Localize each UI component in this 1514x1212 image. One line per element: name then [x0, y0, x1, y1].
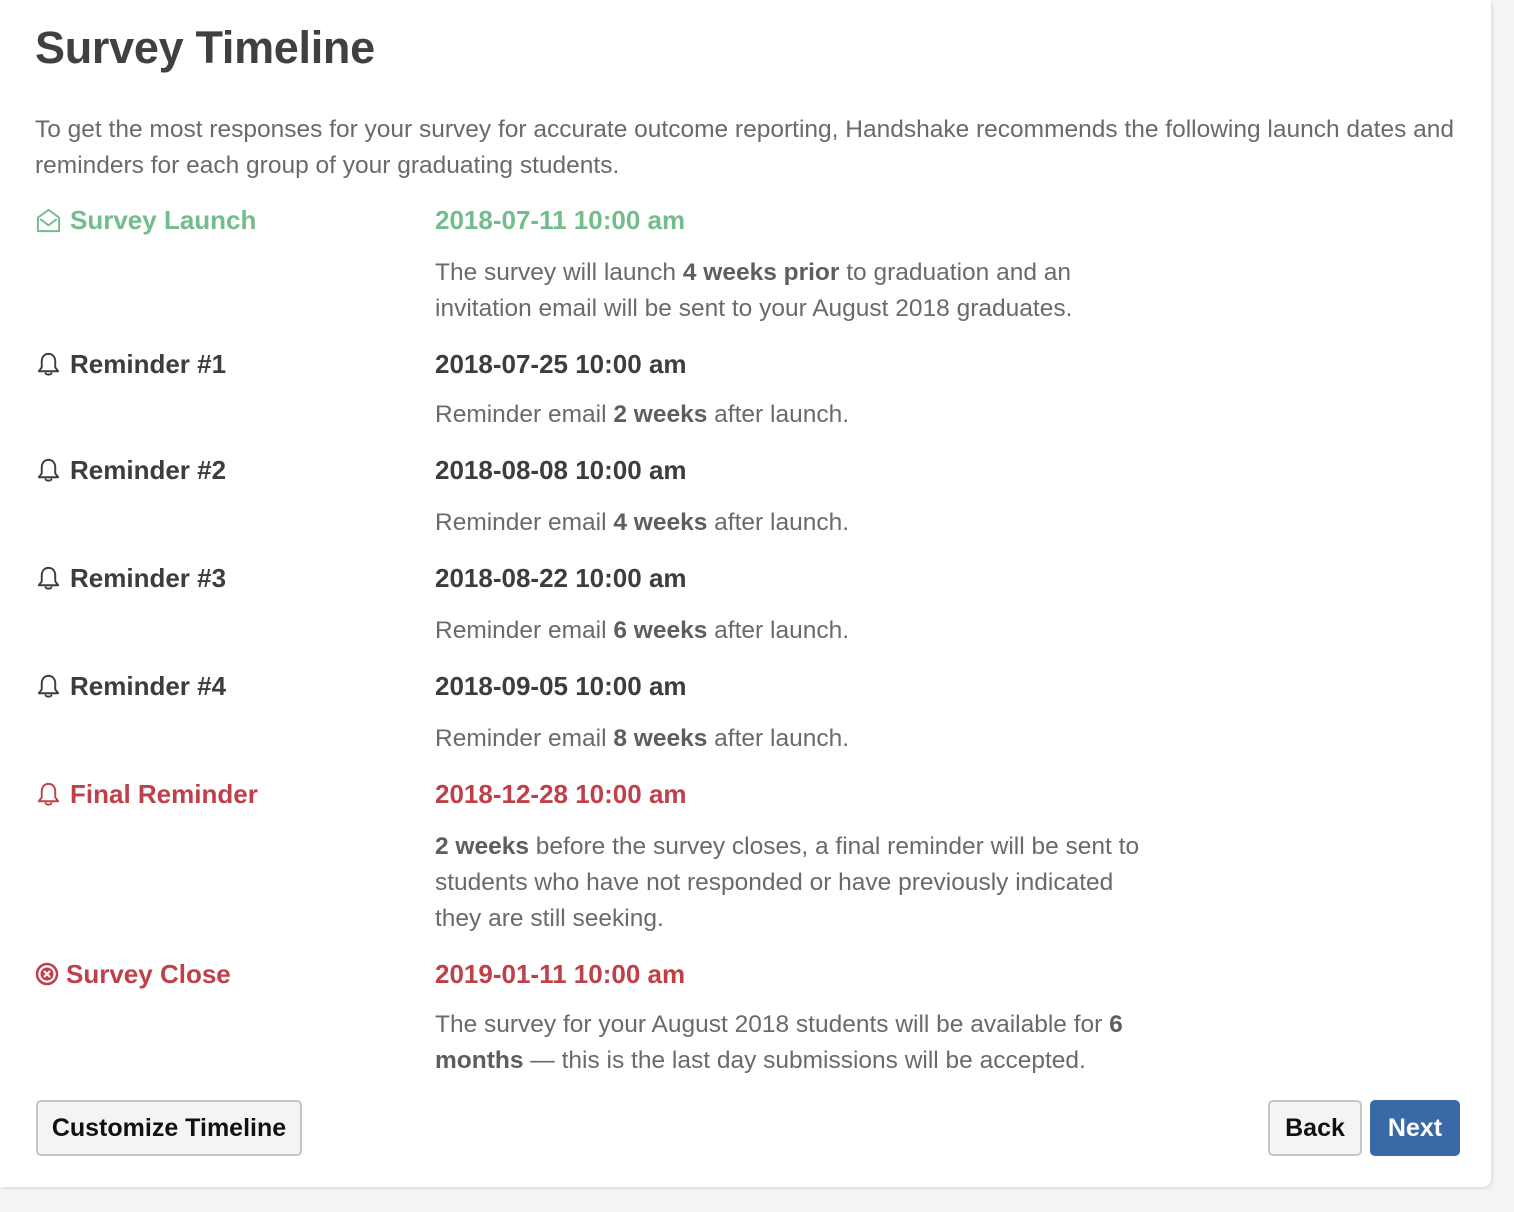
description-text: Reminder email [435, 509, 614, 536]
timeline-description: Reminder email 4 weeks after launch. [435, 505, 1165, 541]
description-text: after launch. [707, 617, 850, 644]
bell-icon [35, 457, 62, 484]
timeline-label: Final Reminder [70, 779, 258, 809]
emphasis-text: 2 weeks [613, 401, 708, 428]
timeline-date: 2019-01-11 10:00 am [435, 959, 686, 989]
description-text: The survey will launch [435, 259, 683, 286]
emphasis-text: 6 weeks [613, 617, 708, 644]
timeline-description: The survey for your August 2018 students… [435, 1007, 1165, 1079]
timeline-label: Reminder #3 [70, 563, 227, 593]
envelope-open-icon [35, 207, 62, 234]
timeline-label: Survey Close [66, 959, 231, 989]
emphasis-text: 4 weeks prior [682, 259, 840, 286]
description-text: after launch. [707, 401, 850, 428]
timeline-date: 2018-09-05 10:00 am [435, 671, 687, 701]
timeline-label: Reminder #1 [70, 349, 227, 379]
timeline-description: Reminder email 8 weeks after launch. [435, 721, 1165, 757]
description-text: Reminder email [435, 725, 614, 752]
emphasis-text: 2 weeks [435, 833, 529, 860]
timeline-label: Reminder #4 [70, 671, 227, 701]
timeline-description: Reminder email 2 weeks after launch. [435, 397, 1165, 433]
customize-timeline-button[interactable]: Customize Timeline [36, 1100, 302, 1156]
bell-icon [35, 673, 62, 700]
back-button[interactable]: Back [1268, 1100, 1362, 1156]
description-text: The survey for your August 2018 students… [435, 1011, 1110, 1038]
description-text: Reminder email [435, 617, 614, 644]
timeline-label: Survey Launch [70, 205, 257, 235]
description-text: after launch. [707, 725, 850, 752]
timeline-description: 2 weeks before the survey closes, a fina… [435, 829, 1165, 937]
emphasis-text: 4 weeks [613, 509, 708, 536]
intro-text: To get the most responses for your surve… [35, 116, 1455, 179]
bell-icon [35, 781, 62, 808]
description-text: — this is the last day submissions will … [523, 1047, 1086, 1074]
survey-timeline-card: Survey Timeline To get the most response… [0, 0, 1491, 1187]
bell-icon [35, 565, 62, 592]
emphasis-text: 8 weeks [613, 725, 708, 752]
description-text: after launch. [707, 509, 850, 536]
times-circle-icon [35, 962, 59, 986]
next-button[interactable]: Next [1370, 1100, 1460, 1156]
timeline-date: 2018-12-28 10:00 am [435, 779, 687, 809]
timeline-description: Reminder email 6 weeks after launch. [435, 613, 1165, 649]
timeline-date: 2018-08-08 10:00 am [435, 455, 687, 485]
description-text: before the survey closes, a final remind… [435, 833, 1140, 932]
bell-icon [35, 351, 62, 378]
timeline-date: 2018-08-22 10:00 am [435, 563, 687, 593]
description-text: Reminder email [435, 401, 614, 428]
timeline-description: The survey will launch 4 weeks prior to … [435, 255, 1165, 327]
timeline-label: Reminder #2 [70, 455, 227, 485]
timeline-date: 2018-07-11 10:00 am [435, 205, 686, 235]
timeline-date: 2018-07-25 10:00 am [435, 349, 687, 379]
page-title: Survey Timeline [35, 22, 375, 73]
